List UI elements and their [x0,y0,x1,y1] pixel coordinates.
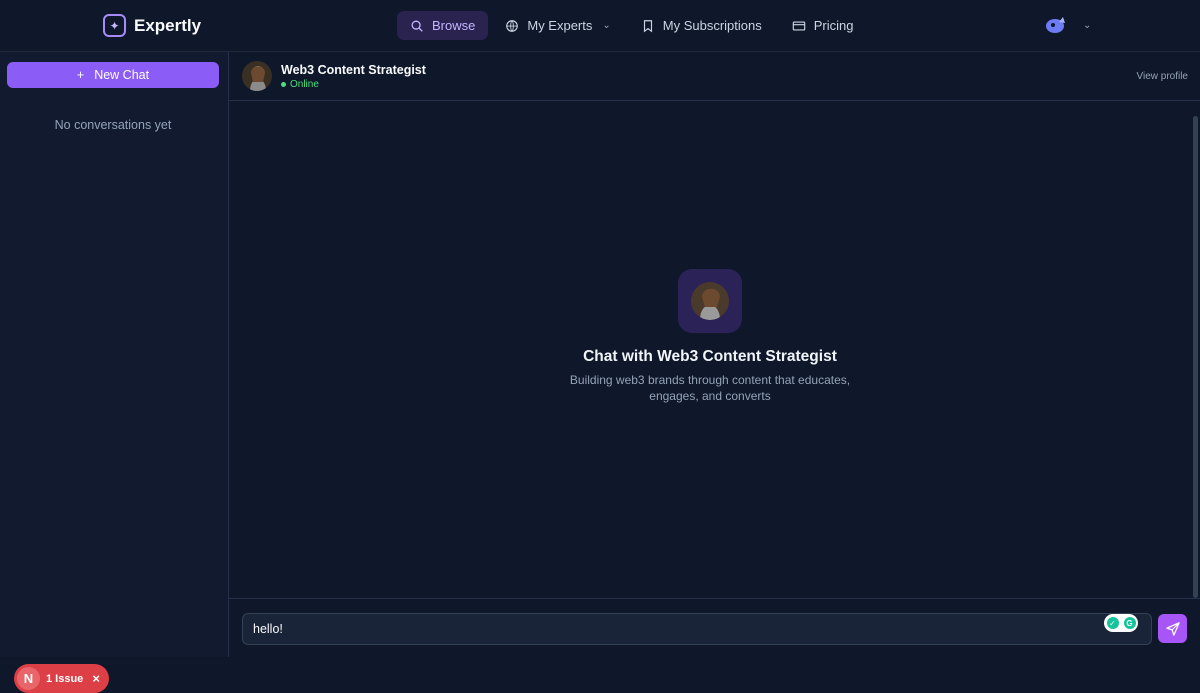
assist-icon: ✓ [1106,617,1119,629]
view-profile-link[interactable]: View profile [1136,71,1188,82]
next-logo-icon: N [17,667,40,690]
chat-header: Web3 Content Strategist Online View prof… [229,52,1200,101]
nav-pricing[interactable]: Pricing [779,11,867,40]
close-icon[interactable]: × [92,671,100,686]
chevron-down-icon: ⌄ [1083,19,1092,31]
expert-photo-tile [678,269,742,333]
chevron-down-icon: ⌄ [602,20,611,31]
main-nav: Browse My Experts ⌄ My Subscriptions Pri… [397,11,871,40]
sidebar: + New Chat No conversations yet N 1 Issu… [0,52,229,693]
online-status-label: Online [290,79,319,90]
expert-name: Web3 Content Strategist [281,63,426,77]
grammarly-widget[interactable]: ✓ G [1104,614,1138,632]
new-chat-button[interactable]: + New Chat [7,62,219,88]
message-input[interactable] [242,613,1152,645]
send-button[interactable] [1158,614,1187,643]
credit-card-icon [792,19,806,33]
nav-my-experts[interactable]: My Experts ⌄ [492,11,623,40]
nav-my-subscriptions-label: My Subscriptions [662,18,762,33]
nav-my-subscriptions[interactable]: My Subscriptions [628,11,775,40]
user-menu[interactable]: ⌄ [1045,13,1091,37]
plus-icon: + [76,68,85,82]
nav-my-experts-label: My Experts [527,18,593,33]
empty-state-subtitle: Building web3 brands through content tha… [569,373,851,403]
grammarly-icon: G [1123,617,1136,629]
composer: ✓ G [229,598,1200,657]
globe-icon [505,19,519,33]
bookmark-icon [641,19,655,33]
expert-avatar[interactable] [242,61,272,91]
send-icon [1165,621,1180,636]
issue-count-label: 1 Issue [46,672,84,685]
empty-conversations-text: No conversations yet [54,118,172,132]
brand-name: Expertly [134,15,202,35]
new-chat-label: New Chat [94,68,150,82]
brand[interactable]: ✦ Expertly [103,14,201,37]
online-status: Online [281,79,319,90]
expertly-logo-icon: ✦ [103,14,126,37]
empty-state-title: Chat with Web3 Content Strategist [583,348,837,365]
top-navigation: ✦ Expertly Browse My Experts ⌄ My Subscr… [0,0,1200,52]
issue-badge[interactable]: N 1 Issue × [14,664,109,693]
nav-browse[interactable]: Browse [397,11,489,40]
nav-pricing-label: Pricing [813,18,854,33]
expert-photo [691,282,729,320]
user-avatar-icon [1046,17,1065,33]
online-dot-icon [281,82,286,87]
scrollbar[interactable] [1193,116,1198,598]
nav-browse-label: Browse [432,18,476,33]
chat-panel: Web3 Content Strategist Online View prof… [229,52,1200,657]
search-icon [410,19,424,33]
